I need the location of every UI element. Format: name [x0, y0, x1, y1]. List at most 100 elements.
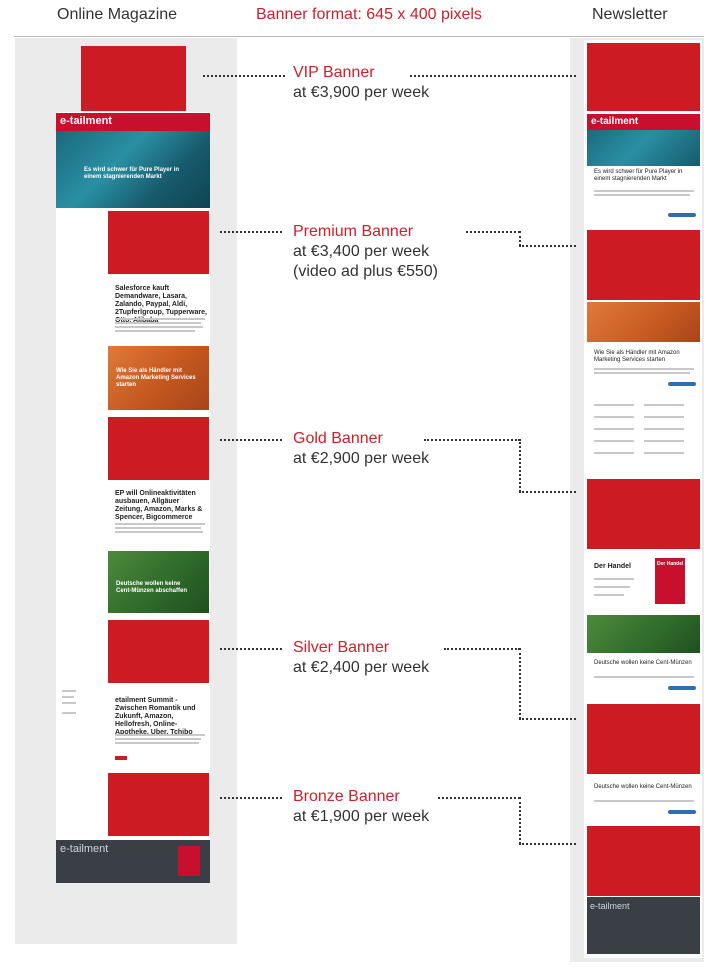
- newsletter-article-title: Wie Sie als Händler mit Amazon Marketing…: [594, 350, 680, 363]
- text-line: [115, 523, 205, 525]
- connector-line: [519, 491, 576, 493]
- gold-banner-magazine: [108, 417, 209, 480]
- bronze-banner-name: Bronze Banner: [293, 788, 400, 805]
- newsletter-magazine-title: Der Handel: [594, 563, 631, 570]
- text-line: [594, 372, 690, 374]
- premium-banner-magazine: [108, 211, 209, 274]
- magazine-footer-cover-image: [178, 846, 200, 876]
- text-line: [594, 440, 634, 442]
- newsletter-share-buttons: [668, 686, 696, 690]
- connector-line: [220, 231, 282, 233]
- magazine-article-image-headline: Wie Sie als Händler mit Amazon Marketing…: [116, 368, 196, 388]
- connector-line: [519, 648, 521, 719]
- newsletter-share-buttons: [668, 810, 696, 814]
- text-line: [594, 676, 694, 678]
- connector-line: [519, 245, 576, 247]
- header-divider: [14, 36, 704, 37]
- side-nav-line: [62, 702, 76, 704]
- newsletter-hero-image: [587, 130, 700, 166]
- text-line: [594, 452, 634, 454]
- newsletter-article-image: [587, 615, 700, 653]
- connector-line: [410, 75, 576, 77]
- text-line: [594, 594, 624, 596]
- vip-banner-price: at €3,900 per week: [293, 84, 430, 101]
- bronze-banner-price: at €1,900 per week: [293, 808, 430, 825]
- text-line: [115, 318, 205, 320]
- silver-banner-name: Silver Banner: [293, 639, 390, 656]
- magazine-hero-headline: Es wird schwer für Pure Player in einem …: [84, 167, 180, 180]
- newsletter-article-image: [587, 302, 700, 342]
- magazine-article-title: EP will Onlineaktivitäten ausbauen, Allg…: [115, 490, 203, 521]
- banner-format-header: Banner format: 645 x 400 pixels: [256, 6, 482, 23]
- premium-banner-note: (video ad plus €550): [293, 263, 438, 280]
- newsletter-share-buttons: [668, 213, 696, 217]
- connector-line: [220, 797, 282, 799]
- text-line: [594, 190, 694, 192]
- premium-banner-label: Premium Banner at €3,400 per week (video…: [293, 222, 438, 282]
- newsletter-logo-bar: e-tailment: [587, 114, 700, 130]
- connector-line: [220, 439, 282, 441]
- cover-title: Der Handel: [657, 561, 684, 567]
- connector-line: [519, 231, 521, 246]
- gold-banner-label: Gold Banner at €2,900 per week: [293, 429, 429, 469]
- text-line: [115, 330, 195, 332]
- newsletter-logo: e-tailment: [591, 116, 639, 127]
- magazine-logo-bar: e-tailment: [56, 113, 210, 131]
- newsletter-footer-logo: e-tailment: [590, 901, 630, 911]
- newsletter-article-title: Deutsche wollen keine Cent-Münzen: [594, 660, 692, 666]
- connector-line: [519, 439, 521, 492]
- side-nav-line: [62, 696, 74, 698]
- connector-line: [444, 648, 520, 650]
- text-line: [594, 404, 634, 406]
- magazine-hero-image: Es wird schwer für Pure Player in einem …: [56, 131, 210, 208]
- bronze-banner-newsletter: [587, 826, 700, 896]
- text-line: [594, 578, 634, 580]
- text-line: [115, 527, 201, 529]
- text-line: [644, 428, 684, 430]
- bronze-banner-magazine: [108, 773, 209, 836]
- vip-banner-label: VIP Banner at €3,900 per week: [293, 63, 429, 103]
- connector-line: [519, 718, 576, 720]
- text-line: [644, 440, 684, 442]
- text-line: [594, 800, 694, 802]
- connector-line: [424, 439, 520, 441]
- magazine-article-image: Deutsche wollen keine Cent-Münzen abscha…: [108, 551, 209, 613]
- magazine-footer-logo: e-tailment: [60, 843, 109, 855]
- text-line: [644, 452, 684, 454]
- silver-banner-newsletter: [587, 704, 700, 774]
- premium-banner-newsletter: [587, 230, 700, 300]
- text-line: [594, 194, 690, 196]
- side-nav-line: [62, 690, 76, 692]
- premium-banner-price: at €3,400 per week: [293, 243, 430, 260]
- magazine-logo: e-tailment: [60, 115, 112, 127]
- newsletter-hero-headline: Es wird schwer für Pure Player in einem …: [594, 169, 683, 182]
- newsletter-magazine-cover: Der Handel: [655, 558, 685, 604]
- silver-banner-magazine: [108, 620, 209, 683]
- connector-line: [519, 843, 576, 845]
- vip-banner-newsletter: [587, 43, 700, 111]
- text-line: [594, 428, 634, 430]
- magazine-article-image: Wie Sie als Händler mit Amazon Marketing…: [108, 346, 209, 410]
- text-line: [115, 531, 203, 533]
- gold-banner-newsletter: [587, 479, 700, 549]
- text-line: [644, 404, 684, 406]
- newsletter-article-title: Deutsche wollen keine Cent-Münzen: [594, 784, 692, 790]
- online-magazine-header: Online Magazine: [57, 6, 178, 23]
- connector-line: [438, 797, 520, 799]
- text-line: [115, 326, 203, 328]
- text-line: [644, 416, 684, 418]
- silver-banner-label: Silver Banner at €2,400 per week: [293, 638, 429, 678]
- text-line: [594, 586, 630, 588]
- text-line: [594, 416, 634, 418]
- gold-banner-name: Gold Banner: [293, 430, 383, 447]
- newsletter-header: Newsletter: [592, 6, 668, 23]
- text-line: [115, 322, 201, 324]
- gold-banner-price: at €2,900 per week: [293, 450, 430, 467]
- text-line: [115, 738, 201, 740]
- silver-banner-price: at €2,400 per week: [293, 659, 430, 676]
- vip-banner-magazine: [81, 46, 186, 111]
- bronze-banner-label: Bronze Banner at €1,900 per week: [293, 787, 429, 827]
- newsletter-share-buttons: [668, 382, 696, 386]
- side-nav-line: [62, 712, 76, 714]
- vip-banner-name: VIP Banner: [293, 64, 375, 81]
